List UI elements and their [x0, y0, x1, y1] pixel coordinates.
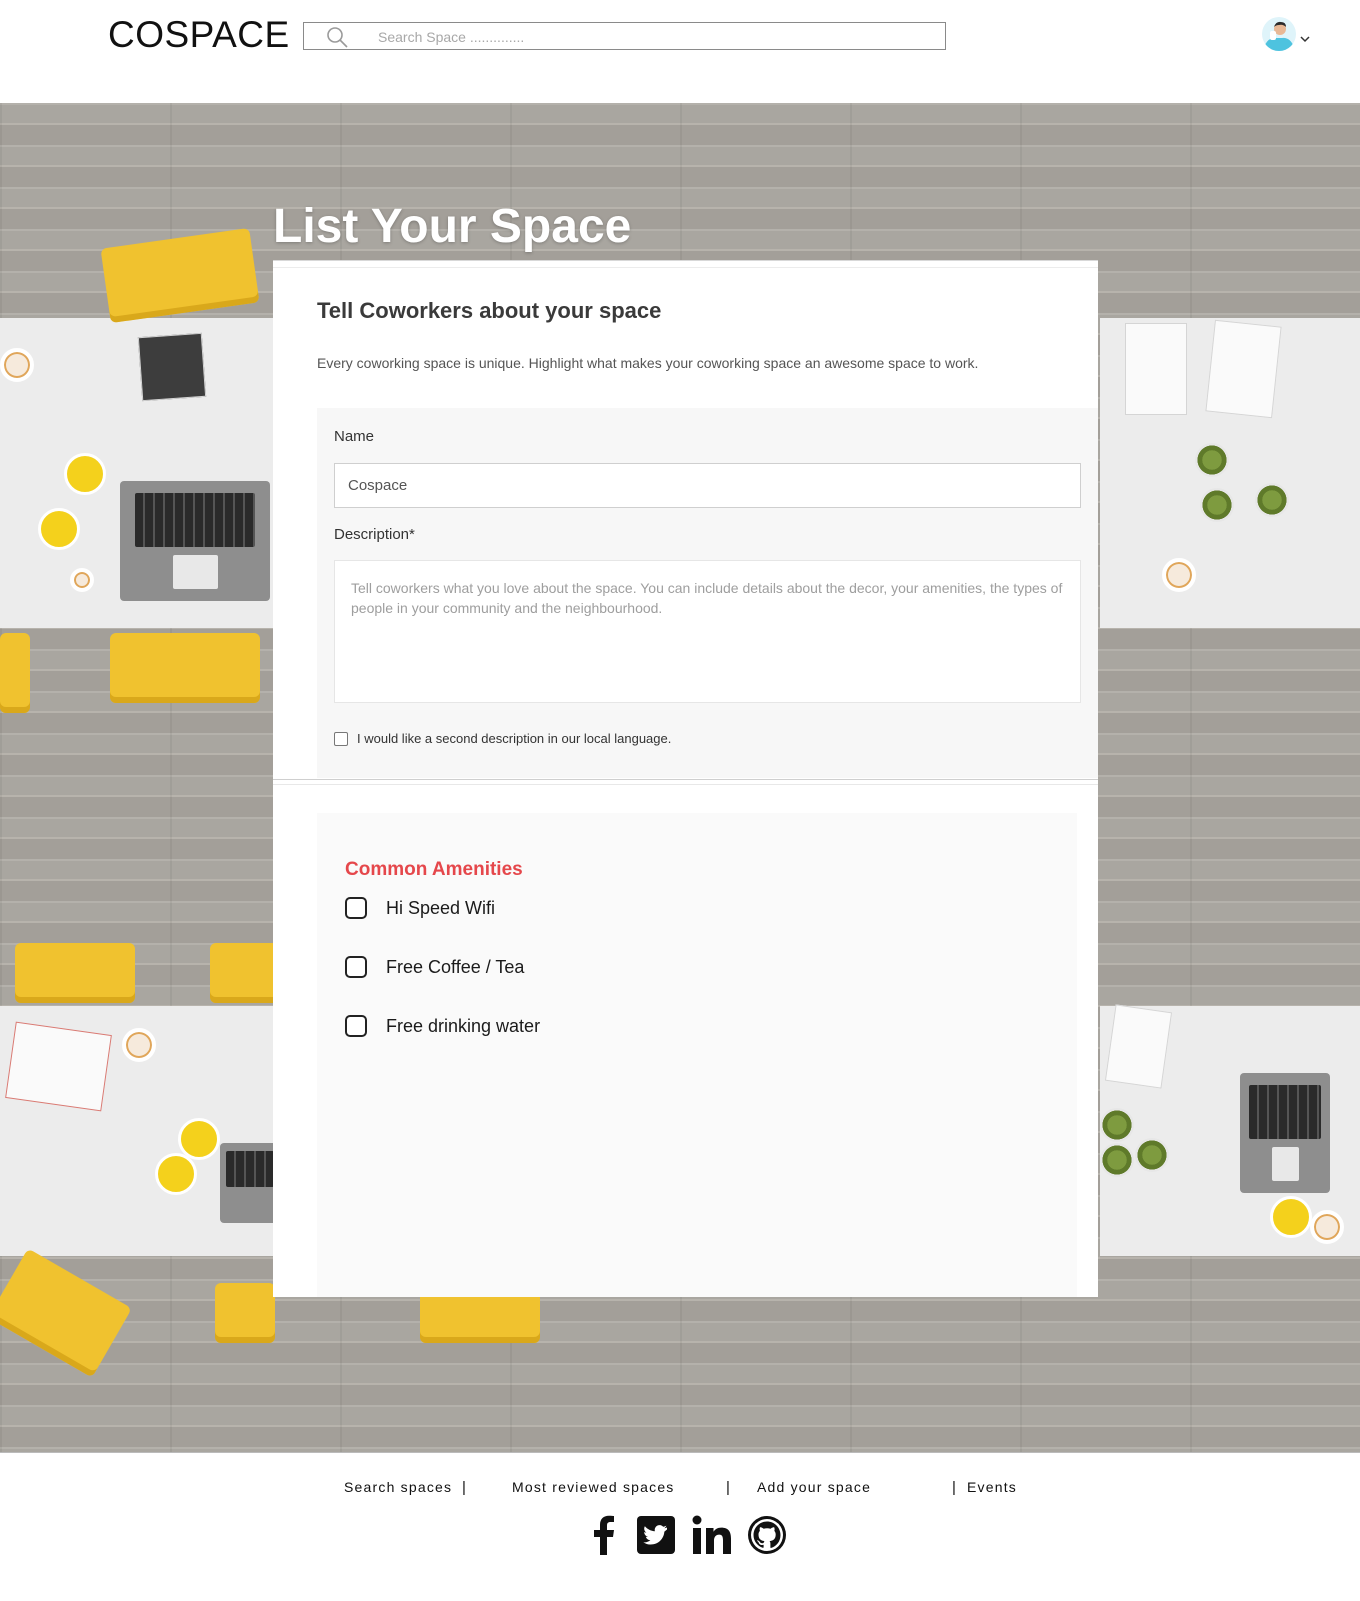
- amenities-panel: Common Amenities Hi Speed Wifi Free Coff…: [317, 813, 1077, 1297]
- footer-link-most-reviewed[interactable]: Most reviewed spaces: [512, 1479, 675, 1495]
- page-title: List Your Space: [273, 200, 632, 253]
- laptop: [1240, 1073, 1330, 1193]
- coffee-cup: [122, 1028, 156, 1062]
- notebook: [137, 332, 207, 402]
- desk-lamp: [178, 1118, 220, 1160]
- footer-link-add-space[interactable]: Add your space: [757, 1479, 871, 1495]
- chevron-down-icon[interactable]: [1300, 35, 1310, 43]
- chair: [110, 633, 260, 703]
- site-logo[interactable]: COSPACE: [108, 14, 290, 56]
- footer-separator: |: [726, 1479, 730, 1496]
- search-bar[interactable]: [303, 22, 946, 50]
- laptop: [120, 481, 270, 601]
- notebook: [1125, 323, 1187, 415]
- footer-link-search-spaces[interactable]: Search spaces: [344, 1479, 452, 1495]
- plant: [1100, 1143, 1134, 1177]
- hero-background: List Your Space Tell Coworkers about you…: [0, 103, 1360, 1452]
- list-space-form-card: Tell Coworkers about your space Every co…: [273, 260, 1098, 1297]
- footer-separator: |: [462, 1479, 466, 1496]
- footer: Search spaces | Most reviewed spaces | A…: [0, 1452, 1360, 1601]
- chair: [215, 1283, 275, 1343]
- description-label: Description*: [334, 526, 415, 543]
- details-form-panel: Name Description* I would like a second …: [317, 408, 1098, 778]
- amenity-item-wifi[interactable]: Hi Speed Wifi: [345, 897, 495, 919]
- desk-lamp: [1270, 1196, 1312, 1238]
- amenity-item-water[interactable]: Free drinking water: [345, 1015, 540, 1037]
- footer-link-events[interactable]: Events: [967, 1479, 1017, 1495]
- chair: [15, 943, 135, 1003]
- linkedin-icon[interactable]: [692, 1515, 732, 1555]
- notebook: [1104, 1004, 1173, 1089]
- laptop: [220, 1143, 280, 1223]
- amenity-item-coffee[interactable]: Free Coffee / Tea: [345, 956, 524, 978]
- coffee-cup: [1310, 1210, 1344, 1244]
- description-field[interactable]: [334, 560, 1081, 703]
- amenity-label[interactable]: Hi Speed Wifi: [386, 898, 495, 919]
- name-label: Name: [334, 428, 375, 445]
- notebook: [1205, 319, 1282, 419]
- desk-lamp: [38, 508, 80, 550]
- plant: [1100, 1108, 1134, 1142]
- footer-separator: |: [952, 1479, 956, 1496]
- section-subtitle: Every coworking space is unique. Highlig…: [317, 355, 979, 371]
- chair: [0, 633, 30, 713]
- search-input[interactable]: [376, 26, 920, 48]
- twitter-icon[interactable]: [636, 1515, 676, 1555]
- desk-lamp: [64, 453, 106, 495]
- local-language-checkbox[interactable]: [334, 731, 348, 746]
- section-title: Tell Coworkers about your space: [317, 298, 662, 323]
- amenity-label[interactable]: Free Coffee / Tea: [386, 957, 524, 978]
- name-field[interactable]: [334, 463, 1081, 508]
- amenities-title: Common Amenities: [345, 859, 523, 880]
- coffee-cup: [1162, 558, 1196, 592]
- plant: [1195, 443, 1229, 477]
- user-avatar[interactable]: [1262, 17, 1296, 51]
- facebook-icon[interactable]: [590, 1515, 616, 1555]
- local-language-label[interactable]: I would like a second description in our…: [357, 731, 671, 746]
- plant: [1200, 488, 1234, 522]
- divider: [273, 260, 1098, 268]
- chair: [0, 1248, 132, 1378]
- amenity-label[interactable]: Free drinking water: [386, 1016, 540, 1037]
- plant: [1255, 483, 1289, 517]
- coffee-cup: [0, 348, 34, 382]
- plant: [1135, 1138, 1169, 1172]
- top-navbar: COSPACE: [0, 0, 1360, 103]
- amenity-checkbox[interactable]: [345, 897, 367, 919]
- chair: [100, 227, 260, 324]
- desk-lamp: [155, 1153, 197, 1195]
- search-icon[interactable]: [326, 26, 348, 48]
- amenity-checkbox[interactable]: [345, 1015, 367, 1037]
- notebook: [5, 1021, 112, 1112]
- github-icon[interactable]: [747, 1515, 787, 1555]
- amenity-checkbox[interactable]: [345, 956, 367, 978]
- chair: [210, 943, 280, 1003]
- local-language-option[interactable]: I would like a second description in our…: [334, 731, 671, 746]
- avatar-image: [1262, 17, 1296, 51]
- divider: [273, 779, 1098, 785]
- coffee-cup: [70, 568, 94, 592]
